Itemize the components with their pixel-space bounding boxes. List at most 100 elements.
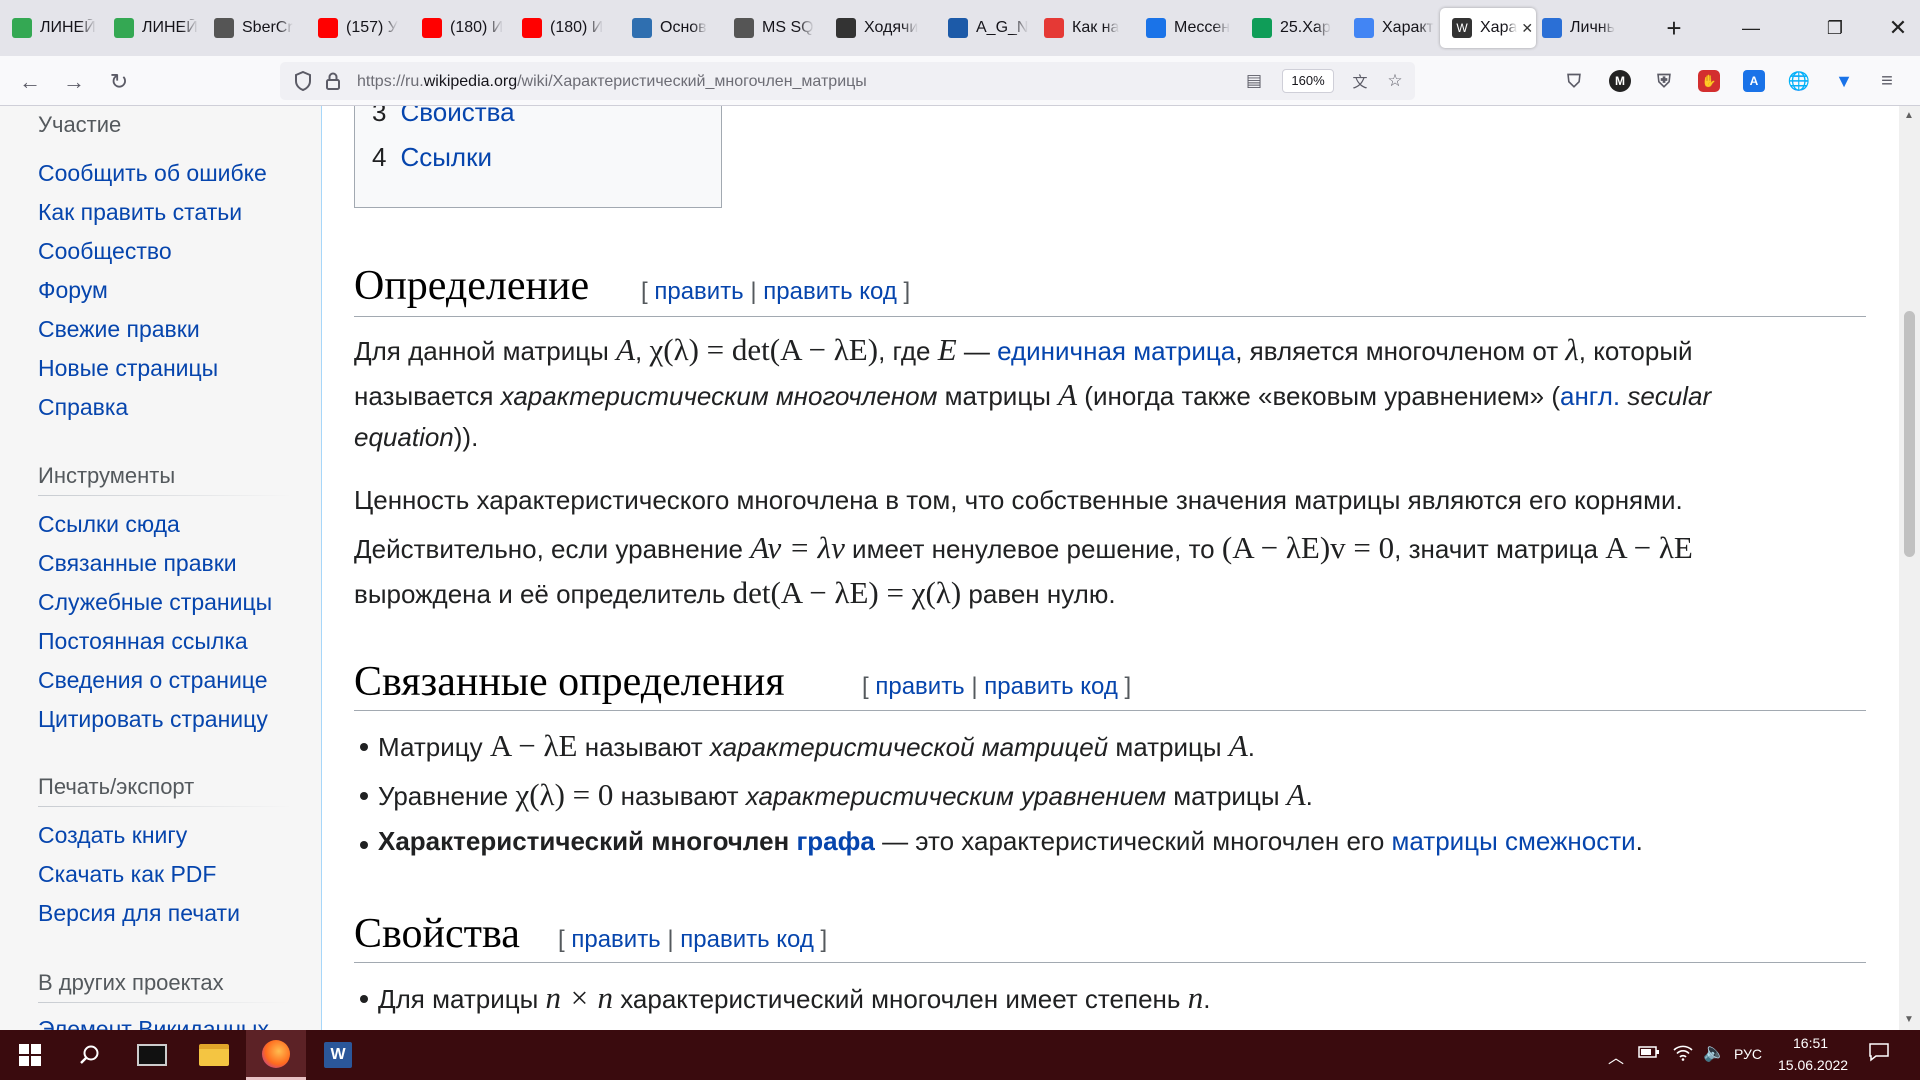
sidebar: Участие Сообщить об ошибке Как править с…	[0, 106, 322, 1030]
sidebar-link-report-error[interactable]: Сообщить об ошибке	[38, 160, 267, 187]
pocket-icon[interactable]: ⛉	[1563, 70, 1585, 92]
browser-tab[interactable]: A_G_N	[948, 8, 1044, 48]
list-item: Для матрицы n × n характеристический мно…	[359, 980, 1211, 1015]
tracking-shield-icon[interactable]	[292, 70, 314, 92]
browser-tab[interactable]: Ходячи	[836, 8, 932, 48]
new-tab-button[interactable]: +	[1654, 10, 1694, 46]
browser-tab[interactable]: ЛИНЕЙ	[12, 8, 108, 48]
minimize-button[interactable]: —	[1731, 10, 1771, 46]
sidebar-link-printable-version[interactable]: Версия для печати	[38, 900, 240, 927]
browser-tab[interactable]: (180) И	[522, 8, 618, 48]
volume-icon[interactable]: 🔈	[1703, 1042, 1725, 1063]
firefox-app-icon[interactable]	[246, 1030, 306, 1080]
table-of-contents: 3 Свойства 4 Ссылки	[354, 106, 722, 208]
close-window-button[interactable]: ✕	[1878, 10, 1918, 46]
terminal-app-icon[interactable]	[122, 1030, 182, 1080]
sidebar-link-new-pages[interactable]: Новые страницы	[38, 355, 218, 382]
address-bar[interactable]: https://ru.wikipedia.org/wiki/Характерис…	[280, 62, 1415, 100]
sidebar-link-create-book[interactable]: Создать книгу	[38, 822, 187, 849]
edit-source-link[interactable]: править код	[763, 278, 897, 305]
edit-source-link[interactable]: править код	[680, 926, 814, 953]
sidebar-link-forum[interactable]: Форум	[38, 277, 108, 304]
browser-tab-title: Мессен	[1174, 19, 1231, 36]
m-extension-icon[interactable]: M	[1609, 70, 1631, 92]
clock-date[interactable]: 15.06.2022	[1778, 1057, 1848, 1073]
wikipedia-icon: W	[1452, 18, 1472, 38]
browser-tab[interactable]: SberCr	[214, 8, 310, 48]
sidebar-link-community[interactable]: Сообщество	[38, 238, 172, 265]
shield-extension-icon[interactable]: ⛨	[1653, 70, 1675, 92]
browser-tab[interactable]: Основ	[632, 8, 728, 48]
browser-tab[interactable]: Характ	[1354, 8, 1450, 48]
scroll-down-arrow-icon[interactable]: ▼	[1904, 1014, 1914, 1025]
zoom-level-button[interactable]: 160%	[1282, 69, 1334, 93]
link-graph[interactable]: графа	[796, 826, 874, 856]
definition-paragraph-line: Для данной матрицы A, χ(λ) = det(A − λE)…	[354, 332, 1693, 367]
adblock-icon[interactable]: ✋	[1698, 70, 1720, 92]
reload-button[interactable]: ↻	[103, 66, 135, 98]
forward-button[interactable]: →	[58, 66, 90, 98]
word-app-icon[interactable]: W	[308, 1030, 368, 1080]
browser-tab[interactable]: 25.Хар	[1252, 8, 1348, 48]
file-explorer-icon[interactable]	[184, 1030, 244, 1080]
browser-tab[interactable]: W Хара ✕	[1440, 8, 1536, 48]
edit-link[interactable]: править	[571, 926, 660, 953]
section-heading-related-definitions: Связанные определения	[354, 659, 785, 705]
link-adjacency-matrix[interactable]: матрицы смежности	[1392, 826, 1636, 856]
toc-item: 3 Свойства	[372, 106, 515, 128]
browser-tab[interactable]: Как на	[1044, 8, 1140, 48]
browser-tab-title: (180) И	[550, 19, 604, 36]
toc-link-properties[interactable]: Свойства	[400, 106, 514, 127]
vertical-scrollbar[interactable]: ▲ ▼	[1899, 106, 1920, 1030]
sidebar-link-cite-page[interactable]: Цитировать страницу	[38, 706, 268, 733]
sidebar-link-download-pdf[interactable]: Скачать как PDF	[38, 861, 216, 888]
maximize-button[interactable]: ❐	[1815, 10, 1855, 46]
sidebar-link-recent-changes[interactable]: Свежие правки	[38, 316, 200, 343]
clock-time[interactable]: 16:51	[1793, 1035, 1828, 1051]
battery-icon[interactable]	[1638, 1045, 1660, 1062]
sidebar-link-what-links-here[interactable]: Ссылки сюда	[38, 511, 180, 538]
browser-tab-title: Личнь	[1570, 19, 1615, 36]
back-button[interactable]: ←	[14, 66, 46, 98]
math-formula: χ(λ) = 0	[515, 777, 614, 812]
start-button[interactable]	[0, 1030, 60, 1080]
browser-tab[interactable]: ЛИНЕЙ	[114, 8, 210, 48]
browser-tab[interactable]: MS SQ	[734, 8, 830, 48]
browser-tab[interactable]: Мессен	[1146, 8, 1242, 48]
translate-icon[interactable]: 文	[1349, 70, 1371, 92]
tray-expand-icon[interactable]: ︿	[1608, 1044, 1624, 1068]
scroll-up-arrow-icon[interactable]: ▲	[1904, 110, 1914, 121]
sidebar-link-related-changes[interactable]: Связанные правки	[38, 550, 237, 577]
browser-tab[interactable]: Личнь	[1542, 8, 1638, 48]
link-english[interactable]: англ.	[1560, 381, 1620, 411]
globe-extension-icon[interactable]: 🌐	[1788, 70, 1810, 92]
sidebar-link-permanent-link[interactable]: Постоянная ссылка	[38, 628, 248, 655]
edit-link[interactable]: править	[875, 673, 964, 700]
sidebar-link-special-pages[interactable]: Служебные страницы	[38, 589, 272, 616]
menu-icon[interactable]: ≡	[1876, 70, 1898, 92]
search-icon[interactable]	[60, 1030, 120, 1080]
edit-link[interactable]: править	[654, 278, 743, 305]
close-tab-icon[interactable]: ✕	[1521, 20, 1533, 37]
sidebar-link-help[interactable]: Справка	[38, 394, 128, 421]
browser-tab[interactable]: (180) И	[422, 8, 518, 48]
translator-extension-icon[interactable]: A	[1743, 70, 1765, 92]
reader-view-icon[interactable]: ▤	[1243, 70, 1265, 92]
wifi-icon[interactable]	[1672, 1043, 1694, 1064]
math-formula: n × n	[545, 980, 613, 1015]
edit-source-link[interactable]: править код	[984, 673, 1118, 700]
scrollbar-thumb[interactable]	[1904, 311, 1915, 557]
sidebar-link-wikidata-item[interactable]: Элемент Викиданных	[38, 1016, 269, 1030]
notification-icon[interactable]	[1868, 1042, 1890, 1065]
bookmark-star-icon[interactable]: ☆	[1384, 70, 1406, 92]
browser-tab[interactable]: (157) У	[318, 8, 414, 48]
sidebar-heading-other-projects: В других проектах	[38, 970, 224, 995]
sidebar-link-how-to-edit[interactable]: Как править статьи	[38, 199, 242, 226]
input-language[interactable]: РУС	[1734, 1046, 1762, 1062]
link-identity-matrix[interactable]: единичная матрица	[997, 336, 1235, 366]
section-edit-links: [ править | править код ]	[641, 278, 911, 305]
lock-icon[interactable]	[322, 70, 344, 92]
vpn-extension-icon[interactable]: ▼	[1833, 70, 1855, 92]
toc-link-links[interactable]: Ссылки	[400, 142, 492, 172]
sidebar-link-page-info[interactable]: Сведения о странице	[38, 667, 268, 694]
